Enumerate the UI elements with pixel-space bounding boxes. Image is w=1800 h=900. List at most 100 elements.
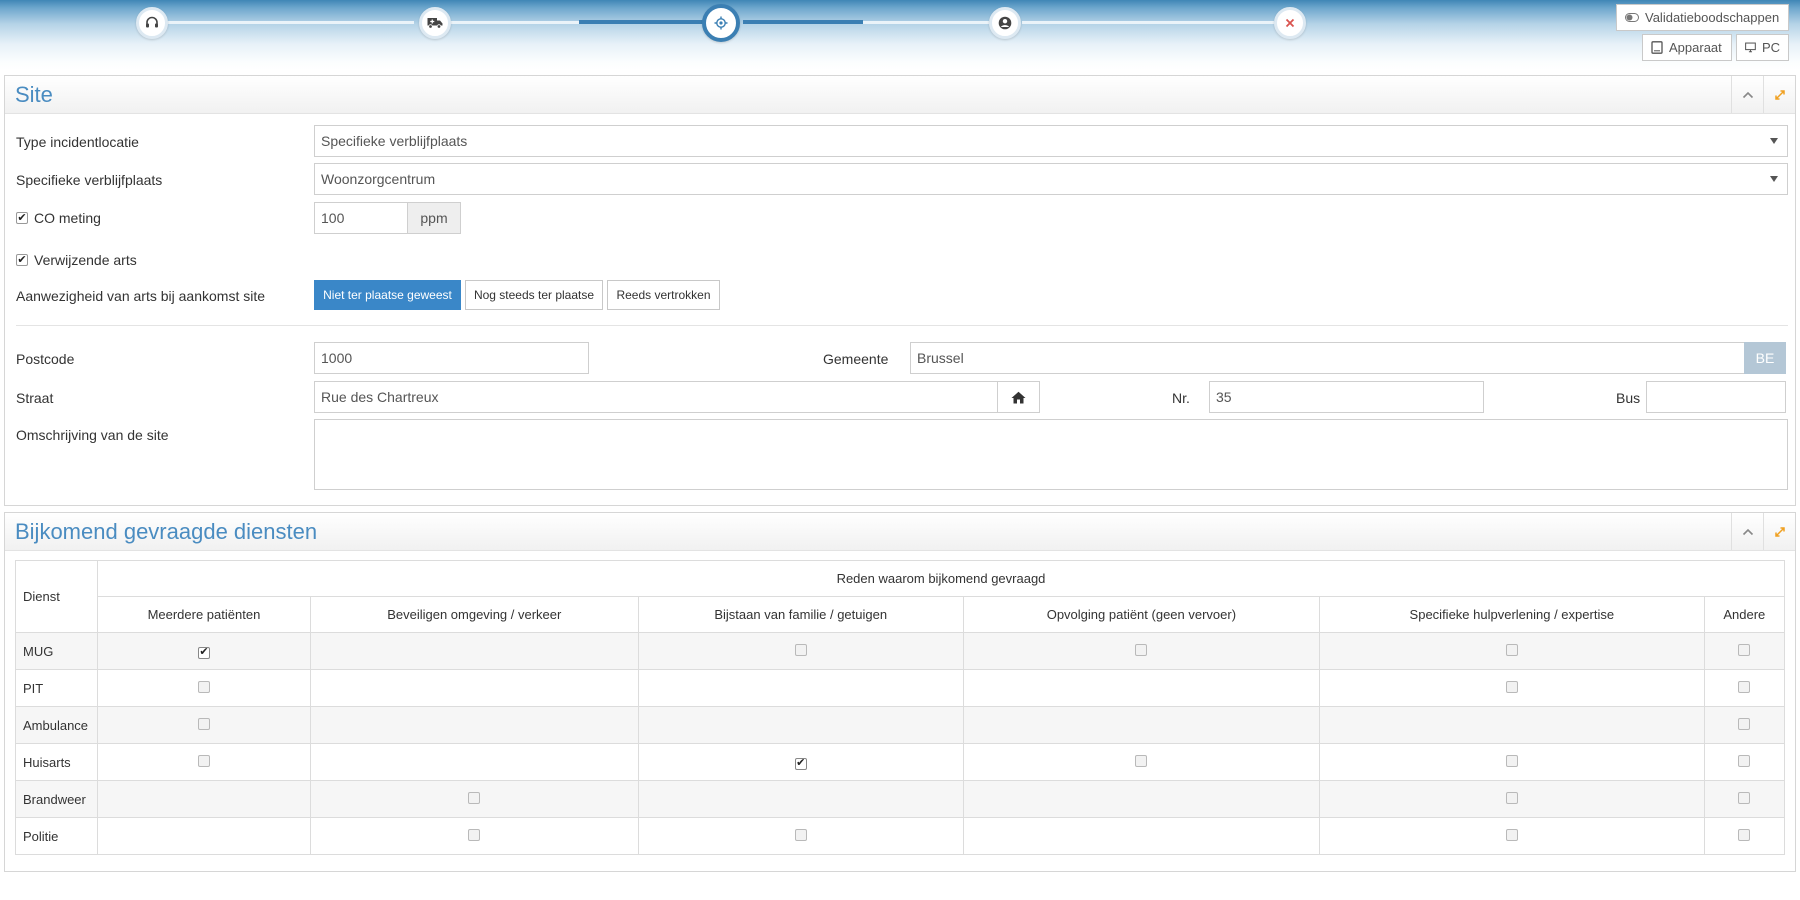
section-divider — [16, 325, 1788, 326]
reason-checkbox[interactable] — [1738, 828, 1751, 841]
step-site[interactable] — [702, 4, 740, 42]
reason-checkbox[interactable]: ✔ — [794, 757, 807, 770]
reason-checkbox[interactable] — [1738, 791, 1751, 804]
expand-icon — [1774, 89, 1785, 100]
step-patient[interactable] — [989, 7, 1021, 39]
reason-checkbox[interactable] — [468, 791, 481, 804]
site-panel: Site Type incidentlocatie Specifieke ver… — [4, 75, 1796, 506]
device-button[interactable]: Apparaat — [1642, 34, 1732, 61]
residence-value: Woonzorgcentrum — [321, 171, 436, 187]
reason-checkbox[interactable] — [1505, 754, 1518, 767]
collapse-button[interactable] — [1731, 76, 1763, 113]
table-cell — [1319, 780, 1705, 818]
street-input[interactable]: Rue des Chartreux — [314, 381, 998, 413]
services-table-body: MUG ✔ PIT Ambulance Huisarts ✔ Brandweer Politi… — [15, 632, 1786, 855]
reason-column-header: Meerdere patiënten — [97, 596, 311, 633]
table-cell — [1703, 743, 1786, 781]
location-target-icon — [714, 16, 728, 30]
table-cell — [1319, 743, 1705, 781]
bus-input[interactable] — [1646, 381, 1786, 413]
municipality-input[interactable]: Brussel — [910, 342, 1745, 374]
referring-doctor-checkbox[interactable]: ✔ — [16, 254, 28, 266]
postcode-value: 1000 — [321, 350, 353, 366]
reason-checkbox[interactable] — [1505, 680, 1518, 693]
reason-group-header: Reden waarom bijkomend gevraagd — [97, 560, 1785, 597]
bus-label: Bus — [1616, 390, 1641, 406]
reason-checkbox[interactable] — [197, 680, 210, 693]
co-value-input[interactable]: 100 — [314, 202, 408, 234]
residence-select[interactable]: Woonzorgcentrum — [314, 163, 1788, 195]
site-description-textarea[interactable] — [314, 419, 1788, 490]
service-name: Brandweer — [15, 780, 98, 818]
ambulance-icon — [427, 18, 443, 29]
step-call[interactable] — [136, 7, 168, 39]
reason-checkbox[interactable] — [794, 643, 807, 656]
table-cell — [1703, 632, 1786, 670]
postcode-input[interactable]: 1000 — [314, 342, 589, 374]
reason-checkbox[interactable] — [1738, 717, 1751, 730]
services-panel-title: Bijkomend gevraagde diensten — [15, 519, 318, 544]
home-icon — [1011, 391, 1026, 403]
reason-checkbox[interactable] — [468, 828, 481, 841]
table-cell — [637, 706, 964, 744]
reason-columns-row: Meerdere patiënten Beveiligen omgeving / … — [16, 596, 1786, 633]
co-label: CO meting — [34, 210, 101, 226]
type-location-select[interactable]: Specifieke verblijfplaats — [314, 125, 1788, 157]
reason-column-header: Opvolging patiënt (geen vervoer) — [962, 596, 1321, 633]
municipality-label: Gemeente — [823, 351, 889, 367]
reason-checkbox[interactable] — [197, 717, 210, 730]
table-cell — [309, 743, 639, 781]
chevron-down-icon — [1770, 176, 1778, 182]
chevron-down-icon — [1770, 138, 1778, 144]
reason-checkbox[interactable] — [1505, 643, 1518, 656]
step-dispatch[interactable] — [419, 7, 451, 39]
step-connector — [863, 21, 989, 24]
service-name: MUG — [15, 632, 98, 670]
house-number-value: 35 — [1216, 389, 1232, 405]
services-panel: Bijkomend gevraagde diensten Dienst Rede… — [4, 512, 1796, 872]
reason-checkbox[interactable] — [1738, 680, 1751, 693]
reason-checkbox[interactable] — [1135, 754, 1148, 767]
validation-messages-button[interactable]: Validatieboodschappen — [1616, 4, 1789, 31]
presence-option-left[interactable]: Reeds vertrokken — [607, 280, 720, 310]
house-number-input[interactable]: 35 — [1209, 381, 1484, 413]
expand-button[interactable] — [1763, 513, 1795, 550]
table-cell — [637, 632, 964, 670]
reason-checkbox[interactable] — [1505, 791, 1518, 804]
reason-column-header: Beveiligen omgeving / verkeer — [309, 596, 639, 633]
co-unit-addon: ppm — [407, 202, 461, 234]
reason-checkbox[interactable] — [1738, 643, 1751, 656]
table-cell — [97, 817, 311, 855]
reason-checkbox[interactable] — [1505, 828, 1518, 841]
table-row: Ambulance — [15, 706, 1786, 744]
reason-checkbox[interactable]: ✔ — [197, 646, 210, 659]
pc-button[interactable]: PC — [1736, 34, 1789, 61]
presence-option-still-on-site[interactable]: Nog steeds ter plaatse — [465, 280, 603, 310]
pc-label: PC — [1761, 40, 1780, 55]
reason-checkbox[interactable] — [1738, 754, 1751, 767]
expand-button[interactable] — [1763, 76, 1795, 113]
presence-option-not-on-site[interactable]: Niet ter plaatse geweest — [314, 280, 461, 310]
step-close[interactable] — [1274, 7, 1306, 39]
residence-label: Specifieke verblijfplaats — [16, 172, 163, 188]
reason-column-header: Specifieke hulpverlening / expertise — [1319, 596, 1705, 633]
house-number-label: Nr. — [1172, 390, 1190, 406]
country-code-button[interactable]: BE — [1744, 342, 1786, 374]
table-cell — [309, 817, 639, 855]
home-button[interactable] — [997, 381, 1040, 413]
table-cell — [309, 632, 639, 670]
reason-checkbox[interactable] — [197, 754, 210, 767]
table-cell — [962, 632, 1321, 670]
co-unit: ppm — [420, 210, 448, 226]
table-cell — [962, 817, 1321, 855]
chevron-up-icon — [1742, 528, 1753, 535]
table-cell — [962, 706, 1321, 744]
country-code: BE — [1755, 350, 1775, 366]
table-row: PIT — [15, 669, 1786, 707]
reason-checkbox[interactable] — [794, 828, 807, 841]
table-row: Politie — [15, 817, 1786, 855]
reason-checkbox[interactable] — [1135, 643, 1148, 656]
co-checkbox[interactable]: ✔ — [16, 212, 28, 224]
collapse-button[interactable] — [1731, 513, 1763, 550]
reason-column-header: Bijstaan van familie / getuigen — [637, 596, 964, 633]
